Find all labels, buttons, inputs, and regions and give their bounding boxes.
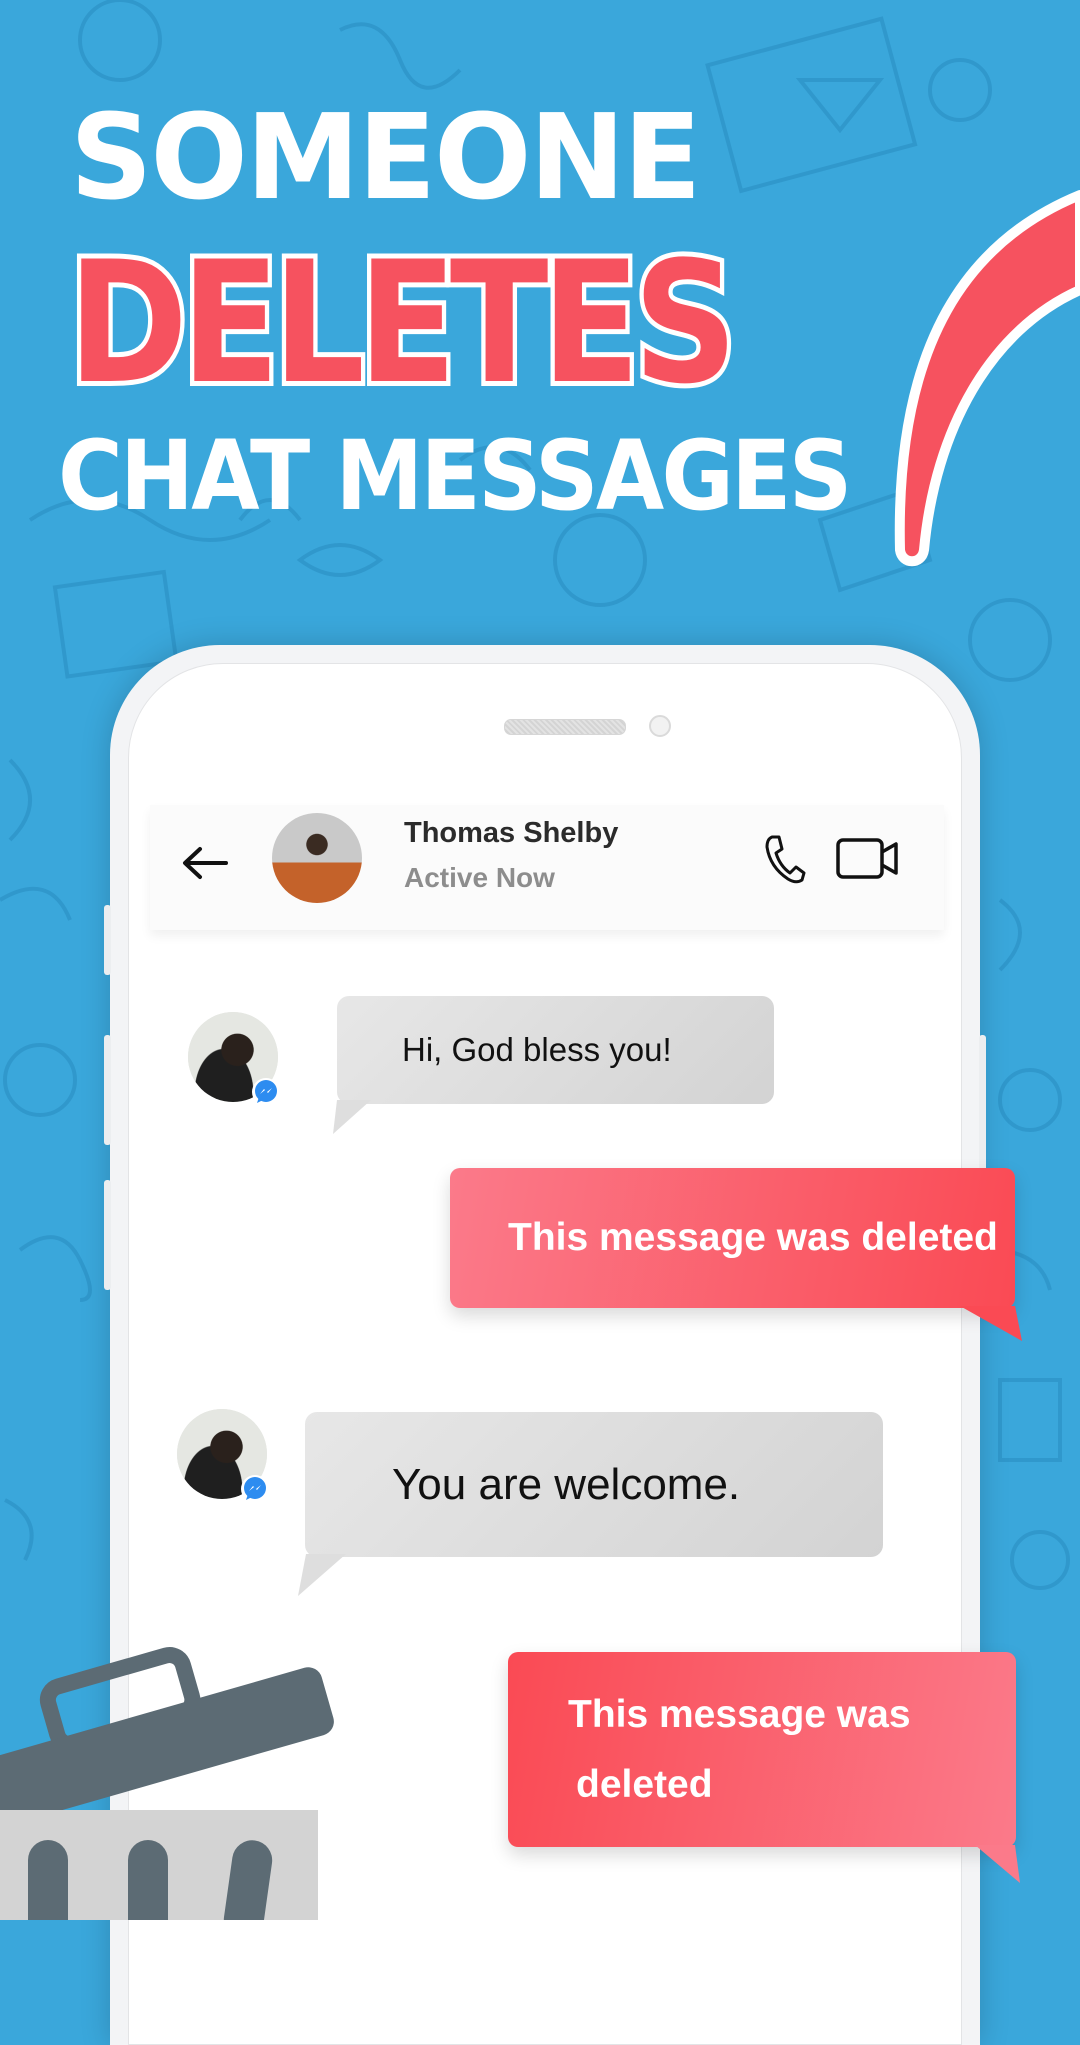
front-camera <box>649 715 671 737</box>
message-bubble-incoming[interactable]: You are welcome. <box>305 1412 883 1557</box>
volume-button <box>104 1180 111 1290</box>
bubble-tail <box>298 1554 346 1596</box>
trash-can-icon <box>0 1647 334 1920</box>
message-text: Hi, God bless you! <box>402 1031 672 1068</box>
phone-icon[interactable] <box>762 833 806 885</box>
messenger-badge <box>252 1078 280 1106</box>
messenger-icon <box>255 1080 277 1103</box>
message-bubble-outgoing-deleted[interactable]: This message was deleted <box>508 1652 1016 1847</box>
message-text: You are welcome. <box>392 1459 741 1509</box>
bubble-tail <box>333 1100 371 1134</box>
messenger-badge <box>241 1475 269 1503</box>
messenger-icon <box>244 1477 266 1500</box>
message-bubble-incoming[interactable]: Hi, God bless you! <box>337 996 774 1104</box>
speaker-grille <box>504 719 626 735</box>
headline-line-chat-messages: CHAT MESSAGES <box>58 420 852 532</box>
bubble-tail <box>975 1845 1020 1883</box>
headline-line-someone: SOMEONE <box>70 88 701 226</box>
bubble-tail <box>960 1306 1022 1341</box>
sender-avatar[interactable] <box>177 1409 269 1503</box>
red-swoosh-decoration <box>894 190 1080 567</box>
power-button <box>979 1035 986 1175</box>
chat-header: Thomas Shelby Active Now <box>150 805 944 930</box>
video-camera-icon[interactable] <box>836 837 900 881</box>
arrow-left-icon[interactable] <box>180 843 230 883</box>
contact-status: Active Now <box>404 862 555 893</box>
volume-button <box>104 1035 111 1145</box>
message-text-line-1: This message was <box>568 1692 911 1736</box>
sender-avatar[interactable] <box>188 1012 280 1106</box>
contact-name: Thomas Shelby <box>404 817 619 849</box>
volume-button <box>104 905 111 975</box>
message-text-line-2: deleted <box>576 1762 713 1806</box>
contact-avatar[interactable] <box>272 813 362 903</box>
message-text: This message was deleted <box>508 1216 998 1259</box>
message-bubble-outgoing-deleted[interactable]: This message was deleted <box>450 1168 1015 1308</box>
headline-line-deletes: DELETES <box>64 220 742 426</box>
